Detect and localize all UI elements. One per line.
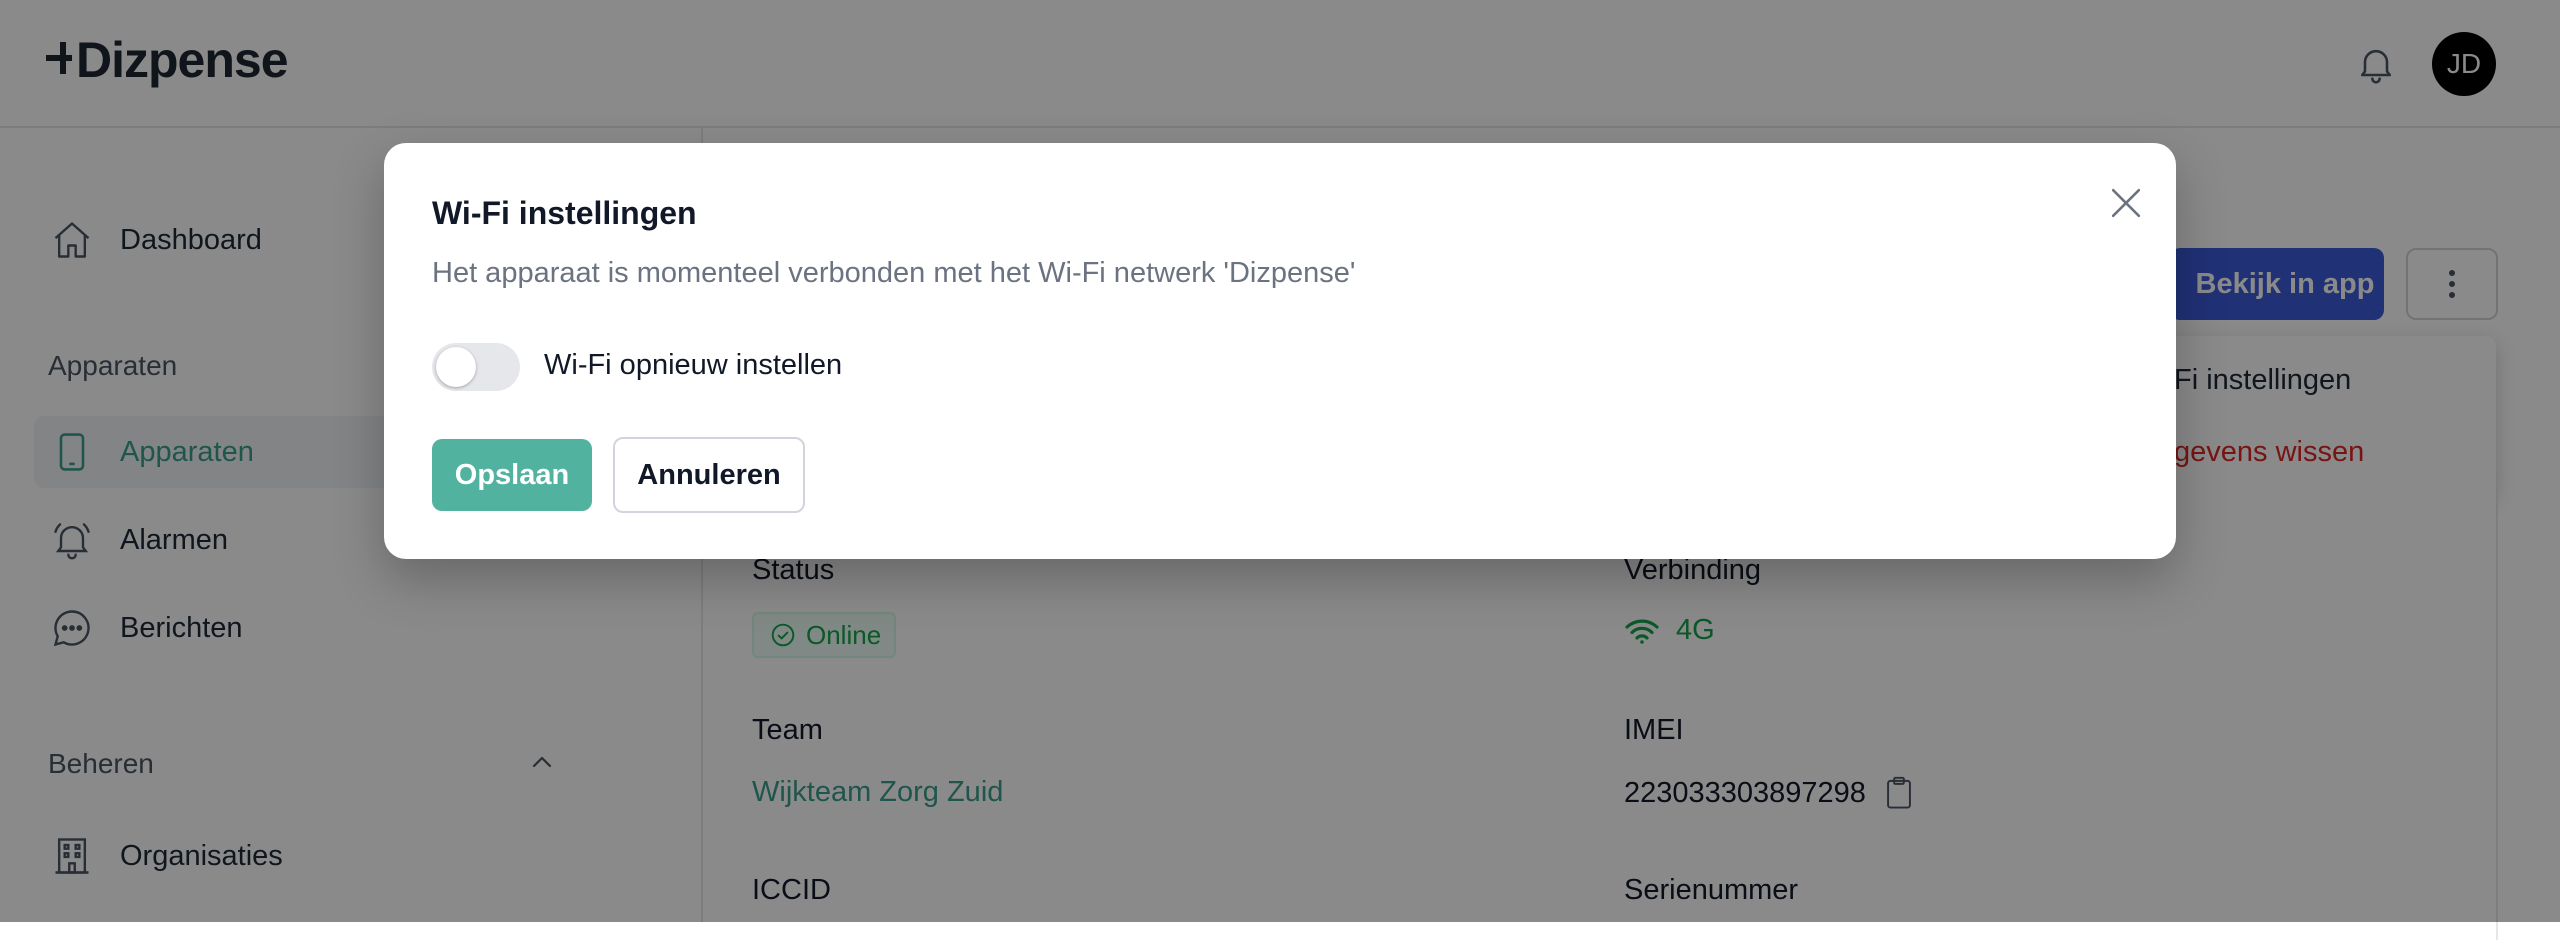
save-button[interactable]: Opslaan <box>432 439 592 511</box>
cancel-button[interactable]: Annuleren <box>613 437 805 513</box>
close-icon[interactable] <box>2104 181 2148 225</box>
toggle-knob <box>436 347 476 387</box>
wifi-reset-toggle-label[interactable]: Wi-Fi opnieuw instellen <box>544 349 842 382</box>
wifi-settings-dialog: Wi-Fi instellingen Het apparaat is momen… <box>384 143 2176 559</box>
dialog-title: Wi-Fi instellingen <box>432 195 697 231</box>
dialog-description: Het apparaat is momenteel verbonden met … <box>432 257 1356 289</box>
wifi-reset-toggle[interactable] <box>432 343 520 391</box>
